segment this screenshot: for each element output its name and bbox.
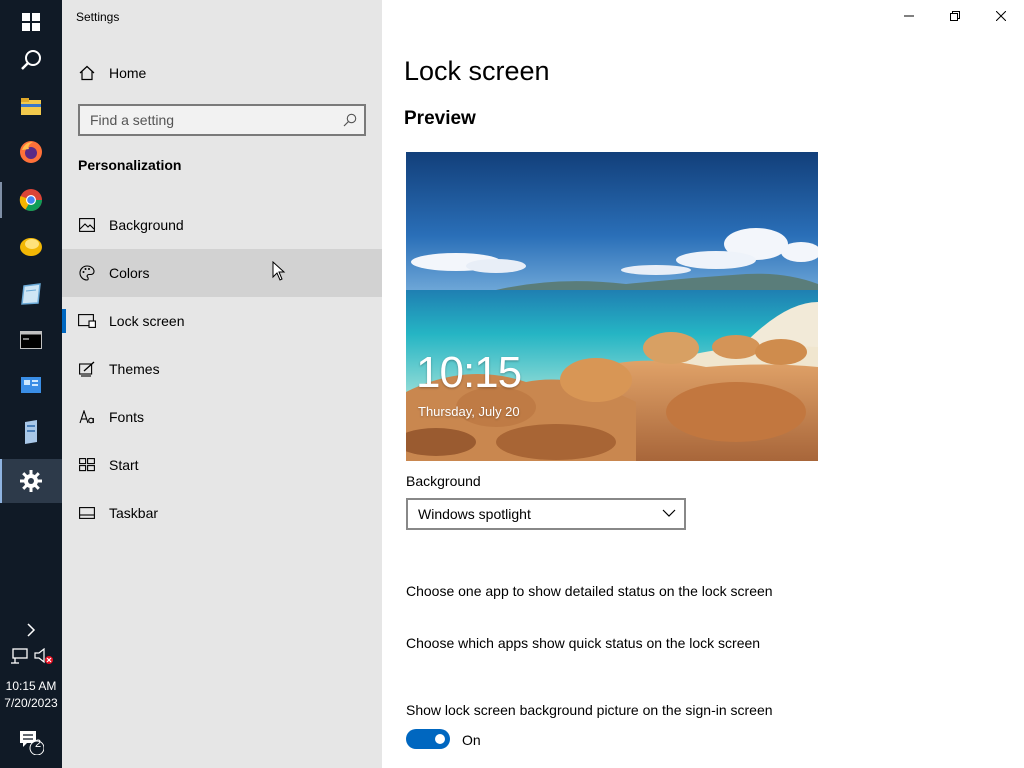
sidebar-item-label: Taskbar: [109, 505, 159, 521]
chrome-button[interactable]: [0, 178, 62, 222]
terminal-icon: [20, 331, 42, 349]
network-icon: [11, 648, 28, 664]
sidebar-item-colors[interactable]: Colors: [62, 249, 382, 297]
folder-icon: [21, 98, 41, 115]
terminal-button[interactable]: [0, 318, 62, 362]
section-heading: Personalization: [78, 157, 182, 173]
control-panel-button[interactable]: [0, 364, 62, 408]
lock-screen-preview: 10:15 Thursday, July 20: [406, 152, 818, 461]
chrome-icon: [19, 189, 42, 211]
home-label: Home: [109, 65, 147, 81]
settings-sidebar: Settings Home Personalization Background…: [62, 0, 382, 768]
chevron-down-icon: [662, 509, 676, 517]
restore-button[interactable]: [932, 0, 978, 32]
sidebar-item-label: Background: [109, 217, 184, 233]
picture-icon: [78, 216, 96, 234]
close-icon: [996, 11, 1006, 21]
file-explorer-button[interactable]: [0, 84, 62, 128]
taskbar-icon: [78, 504, 96, 522]
chevron-right-icon: [27, 623, 36, 637]
restore-icon: [950, 11, 960, 21]
home-icon: [78, 64, 96, 82]
detailed-status-setting: Choose one app to show detailed status o…: [406, 583, 773, 599]
network-button[interactable]: [6, 645, 32, 667]
sidebar-item-label: Themes: [109, 361, 160, 377]
preview-date: Thursday, July 20: [418, 404, 520, 419]
clock-date[interactable]: 7/20/2023: [0, 695, 62, 712]
preview-clock: 10:15: [416, 348, 522, 397]
background-label: Background: [406, 473, 481, 489]
settings-search-box[interactable]: [78, 104, 366, 136]
search-button[interactable]: [0, 38, 62, 82]
show-hidden-icons-button[interactable]: [14, 610, 48, 650]
home-nav-item[interactable]: Home: [62, 52, 382, 94]
start-icon: [78, 456, 96, 474]
sidebar-item-taskbar[interactable]: Taskbar: [62, 489, 382, 537]
active-indicator: [0, 459, 2, 503]
volume-muted-icon: [34, 648, 53, 664]
background-dropdown[interactable]: Windows spotlight: [406, 498, 686, 530]
signin-background-toggle[interactable]: [406, 729, 450, 749]
preview-heading: Preview: [404, 108, 476, 129]
signin-background-setting: Show lock screen background picture on t…: [406, 702, 773, 718]
volume-button[interactable]: [32, 645, 56, 667]
firefox-icon: [20, 141, 42, 163]
close-button[interactable]: [978, 0, 1024, 32]
action-center-button[interactable]: 2: [12, 724, 50, 760]
page-title: Lock screen: [404, 56, 550, 86]
control-panel-icon: [21, 377, 41, 393]
coin-app-icon: [20, 238, 42, 256]
notification-count-badge: 2: [35, 738, 42, 750]
search-icon: [21, 50, 41, 70]
toggle-state-label: On: [462, 732, 481, 748]
lock-screen-icon: [78, 312, 96, 330]
quick-status-setting: Choose which apps show quick status on t…: [406, 635, 761, 651]
sidebar-item-background[interactable]: Background: [62, 201, 382, 249]
themes-icon: [78, 360, 96, 378]
settings-taskbar-button[interactable]: [0, 459, 62, 503]
firefox-button[interactable]: [0, 130, 62, 174]
sidebar-item-start[interactable]: Start: [62, 441, 382, 489]
window-title: Settings: [76, 10, 120, 24]
server-icon: [25, 420, 37, 444]
notebook-app-button[interactable]: [0, 272, 62, 316]
sidebar-item-label: Lock screen: [109, 313, 185, 329]
toggle-knob: [435, 734, 445, 744]
search-input[interactable]: [80, 106, 340, 134]
sidebar-item-themes[interactable]: Themes: [62, 345, 382, 393]
minimize-icon: [904, 15, 914, 17]
windows-logo-icon: [22, 13, 40, 31]
sidebar-item-label: Colors: [109, 265, 150, 281]
sidebar-item-label: Start: [109, 457, 139, 473]
coin-app-button[interactable]: [0, 224, 62, 268]
dropdown-value: Windows spotlight: [418, 506, 531, 522]
notebook-icon: [21, 283, 41, 305]
sidebar-item-lock-screen[interactable]: Lock screen: [62, 297, 382, 345]
clock-time[interactable]: 10:15 AM: [0, 678, 62, 695]
palette-icon: [78, 264, 96, 282]
main-content: Lock screen Preview 10:15 Thursday, July…: [382, 0, 1024, 768]
sidebar-item-fonts[interactable]: Fonts: [62, 393, 382, 441]
server-manager-button[interactable]: [0, 410, 62, 454]
minimize-button[interactable]: [886, 0, 932, 32]
fonts-icon: [78, 408, 96, 426]
search-icon[interactable]: [343, 113, 357, 127]
selected-indicator: [62, 309, 66, 333]
mouse-cursor-icon: [272, 261, 286, 281]
sidebar-item-label: Fonts: [109, 409, 145, 425]
gear-icon: [20, 470, 42, 492]
taskbar: 10:15 AM 7/20/2023 2: [0, 0, 62, 768]
